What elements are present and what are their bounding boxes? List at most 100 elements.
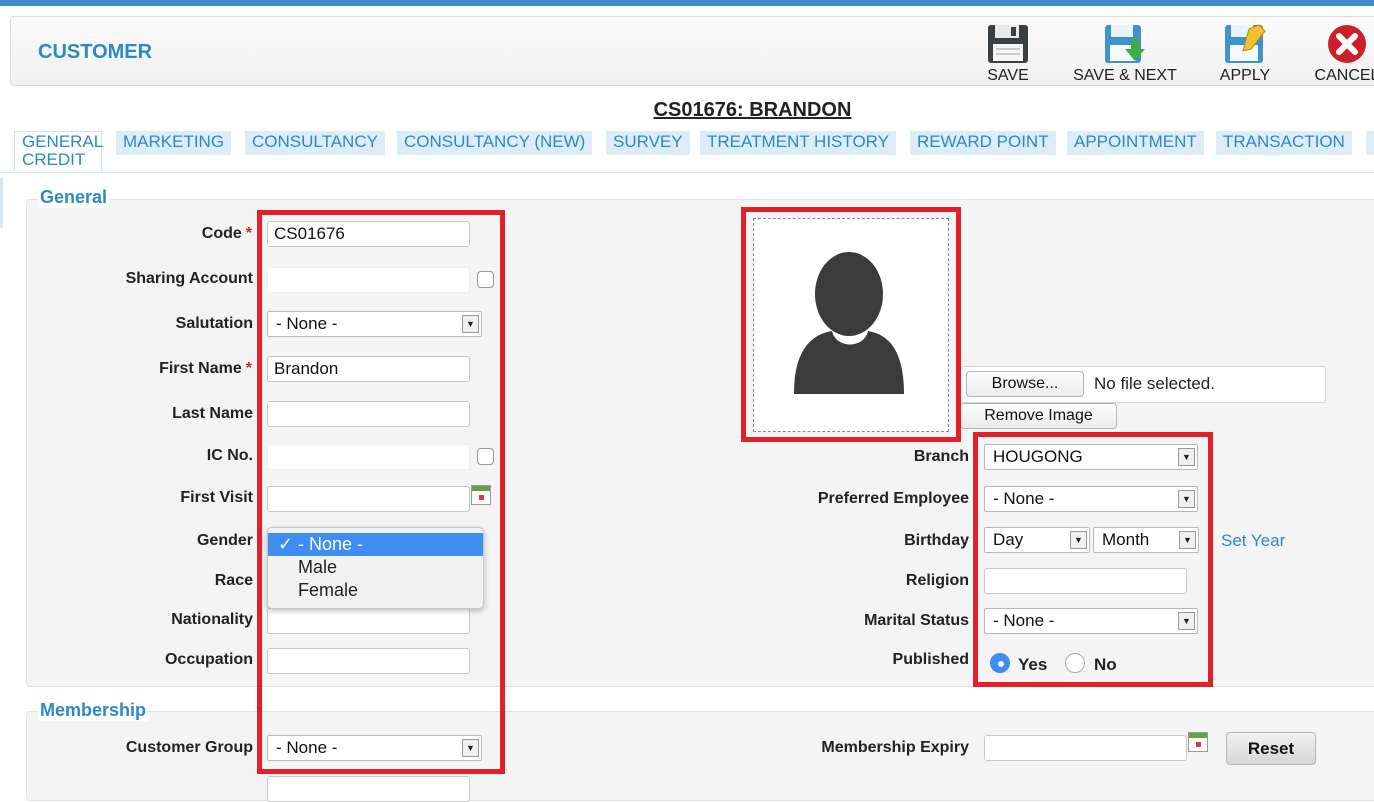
salutation-value: - None - — [276, 314, 338, 333]
ic-no-checkbox[interactable] — [477, 448, 494, 465]
membership-legend: Membership — [38, 700, 149, 721]
ic-no-input[interactable] — [267, 444, 470, 470]
birthday-day-select[interactable]: Day ▼ — [984, 527, 1090, 553]
cancel-button[interactable]: CANCEL — [1307, 23, 1374, 85]
religion-input[interactable] — [984, 568, 1187, 594]
gender-dropdown[interactable]: ✓ - None - Male Female — [267, 527, 484, 609]
preferred-employee-label: Preferred Employee — [817, 490, 969, 507]
birthday-label: Birthday — [904, 532, 969, 549]
last-name-input[interactable] — [267, 401, 470, 427]
birthday-month-value: Month — [1102, 530, 1150, 549]
marital-status-label: Marital Status — [864, 612, 969, 629]
published-no-radio[interactable] — [1065, 653, 1085, 673]
birthday-month-select[interactable]: Month ▼ — [1093, 527, 1199, 553]
branch-select[interactable]: HOUGONG ▼ — [984, 444, 1198, 470]
customer-group-label: Customer Group — [125, 739, 253, 756]
marital-status-select[interactable]: - None - ▼ — [984, 608, 1198, 634]
chevron-down-icon: ▼ — [1178, 612, 1195, 630]
required-marker: * — [245, 225, 252, 242]
tab-divider — [0, 172, 1374, 173]
published-yes-label: Yes — [1018, 655, 1048, 674]
gender-option-female[interactable]: Female — [268, 579, 483, 602]
file-upload-field: Browse... No file selected. — [960, 366, 1326, 403]
calendar-icon[interactable] — [1188, 732, 1208, 752]
tab-general-label-line2: CREDIT — [22, 150, 86, 169]
save-next-label: SAVE & NEXT — [1073, 67, 1177, 84]
profile-photo — [753, 218, 949, 432]
save-button[interactable]: SAVE — [983, 23, 1033, 85]
tab-reward-point[interactable]: REWARD POINT — [910, 131, 1056, 155]
birthday-day-value: Day — [993, 530, 1024, 549]
nationality-input[interactable] — [267, 608, 470, 634]
gender-option-none-label: - None - — [298, 534, 364, 554]
chevron-down-icon: ▼ — [1179, 531, 1196, 549]
save-next-icon — [1105, 25, 1145, 63]
chevron-down-icon: ▼ — [462, 315, 479, 333]
tab-marketing[interactable]: MARKETING — [116, 131, 232, 155]
code-label: Code * — [202, 225, 252, 243]
code-input[interactable] — [267, 221, 470, 247]
nationality-label: Nationality — [171, 611, 253, 628]
first-name-label: First Name * — [159, 360, 252, 378]
apply-disk-pencil-icon — [1225, 24, 1266, 63]
top-accent-bar — [0, 0, 1374, 6]
apply-label: APPLY — [1219, 67, 1271, 84]
gender-option-none[interactable]: ✓ - None - — [268, 533, 483, 556]
browse-button[interactable]: Browse... — [966, 371, 1084, 397]
tab-survey[interactable]: SURVEY — [606, 131, 690, 155]
calendar-day-mark — [479, 495, 484, 500]
close-icon — [1328, 25, 1366, 63]
first-name-input[interactable] — [267, 356, 470, 382]
membership-extra-input[interactable] — [267, 776, 470, 802]
sharing-account-checkbox[interactable] — [477, 271, 494, 288]
checkmark-icon: ✓ — [278, 534, 294, 554]
tab-consultancy-new[interactable]: CONSULTANCY (NEW) — [397, 131, 593, 155]
page-header: CUSTOMER SAVE SAVE & NEXT APPLY CANCEL — [10, 16, 1374, 86]
chevron-down-icon: ▼ — [1178, 448, 1195, 466]
tab-bar: GENERAL CREDIT MARKETING CONSULTANCY CON… — [14, 131, 1374, 171]
calendar-icon[interactable] — [471, 485, 491, 505]
file-status-text: No file selected. — [1094, 374, 1215, 393]
record-title: CS01676: BRANDON — [653, 99, 852, 121]
branch-value: HOUGONG — [993, 447, 1083, 466]
gender-option-male[interactable]: Male — [268, 556, 483, 579]
branch-label: Branch — [913, 448, 969, 465]
calendar-day-mark — [1196, 742, 1201, 747]
tab-overflow[interactable] — [1366, 131, 1374, 155]
apply-button[interactable]: APPLY — [1215, 23, 1275, 85]
salutation-select[interactable]: - None - ▼ — [267, 311, 482, 337]
first-visit-input[interactable] — [267, 486, 470, 512]
occupation-label: Occupation — [164, 651, 253, 668]
sharing-account-input[interactable] — [267, 267, 470, 293]
last-name-label: Last Name — [172, 405, 253, 422]
preferred-employee-select[interactable]: - None - ▼ — [984, 486, 1198, 512]
race-label: Race — [214, 572, 253, 589]
calendar-header — [1189, 733, 1207, 738]
tab-treatment-history[interactable]: TREATMENT HISTORY — [700, 131, 896, 155]
religion-label: Religion — [905, 572, 969, 589]
remove-image-button[interactable]: Remove Image — [960, 403, 1117, 429]
tab-transaction[interactable]: TRANSACTION — [1216, 131, 1352, 155]
tab-consultancy[interactable]: CONSULTANCY — [245, 131, 385, 155]
tab-appointment[interactable]: APPOINTMENT — [1067, 131, 1204, 155]
general-legend: General — [38, 187, 110, 208]
calendar-header — [472, 486, 490, 491]
ic-no-label: IC No. — [206, 447, 253, 464]
membership-expiry-label: Membership Expiry — [821, 739, 969, 756]
published-yes-radio[interactable] — [990, 653, 1010, 673]
chevron-down-icon: ▼ — [1178, 490, 1195, 508]
chevron-down-icon: ▼ — [462, 739, 479, 757]
salutation-label: Salutation — [175, 315, 253, 332]
occupation-input[interactable] — [267, 648, 470, 674]
page-title: CUSTOMER — [38, 41, 153, 63]
save-label: SAVE — [987, 67, 1029, 84]
membership-expiry-input[interactable] — [984, 735, 1187, 761]
save-and-next-button[interactable]: SAVE & NEXT — [1066, 23, 1184, 85]
tab-general-credit[interactable]: GENERAL CREDIT — [14, 131, 103, 171]
customer-group-select[interactable]: - None - ▼ — [267, 735, 482, 761]
reset-button[interactable]: Reset — [1226, 732, 1316, 765]
chevron-down-icon: ▼ — [1070, 531, 1087, 549]
cancel-label: CANCEL — [1314, 67, 1374, 84]
set-year-link[interactable]: Set Year — [1221, 531, 1285, 551]
customer-group-value: - None - — [276, 738, 338, 757]
